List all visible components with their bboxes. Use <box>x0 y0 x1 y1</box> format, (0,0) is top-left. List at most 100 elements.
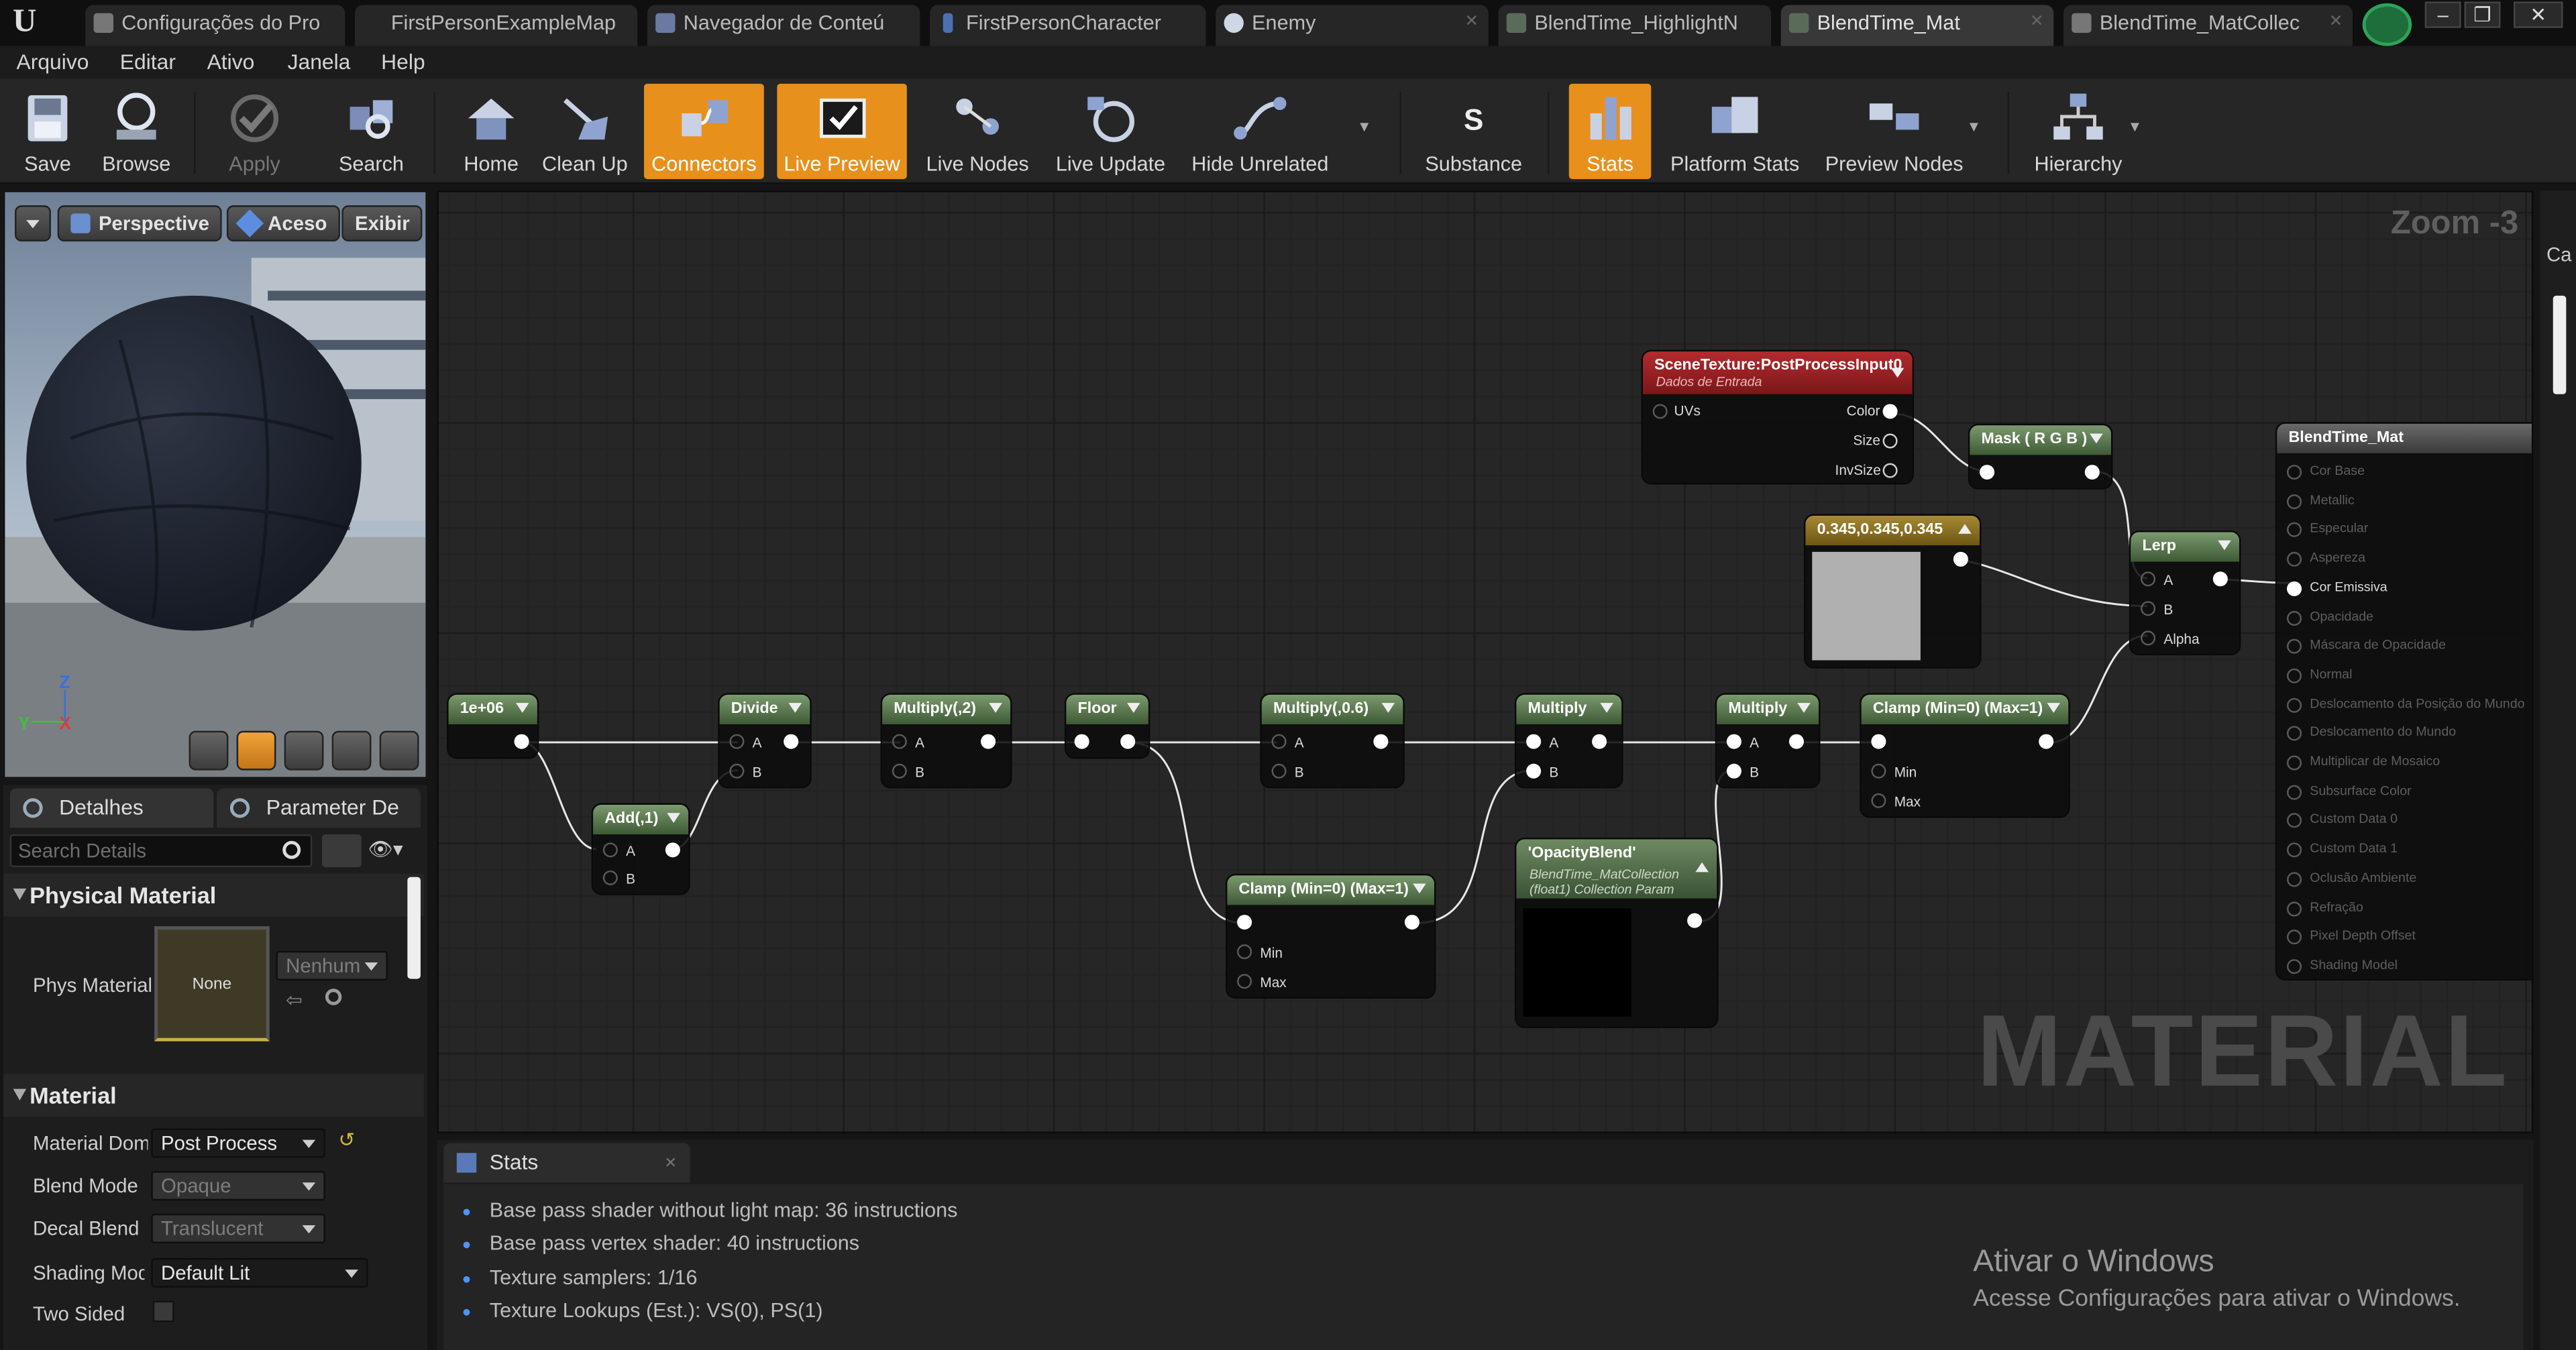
result-input-pin[interactable] <box>2287 552 2302 567</box>
chevron-down-icon[interactable] <box>1600 703 1613 713</box>
search-icon[interactable] <box>325 989 342 1005</box>
result-input-pin[interactable] <box>2287 522 2302 538</box>
perspective-button[interactable]: Perspective <box>57 205 223 242</box>
view-mode-button[interactable]: Aceso <box>226 205 341 242</box>
grid-view-icon[interactable] <box>322 834 362 868</box>
preview-nodes-button[interactable]: Preview Nodes <box>1820 84 1968 179</box>
viewport-options-button[interactable] <box>15 205 51 242</box>
tab-stats[interactable]: Stats ✕ <box>443 1143 690 1183</box>
tab-blendtime-highlight[interactable]: BlendTime_HighlightN <box>1498 5 1772 46</box>
tab-first-person-character[interactable]: FirstPersonCharacter <box>930 5 1206 46</box>
chevron-down-icon[interactable] <box>1413 883 1426 894</box>
chevron-down-icon[interactable]: ▼ <box>1966 118 1981 134</box>
output-pin[interactable] <box>1404 915 1419 930</box>
chevron-down-icon[interactable] <box>2090 433 2103 444</box>
node-multiply-b[interactable]: Multiply A B <box>1717 694 1819 787</box>
input-pin-min[interactable] <box>1871 763 1886 779</box>
close-window-button[interactable]: ✕ <box>2513 1 2563 28</box>
chevron-down-icon[interactable]: ▼ <box>1357 118 1372 134</box>
tab-details[interactable]: Detalhes <box>9 788 214 828</box>
close-icon[interactable]: ✕ <box>2329 5 2343 41</box>
save-button[interactable]: Save <box>7 84 89 179</box>
tab-content-browser[interactable]: Navegador de Conteú <box>647 5 920 46</box>
hierarchy-button[interactable]: Hierarchy <box>2024 84 2133 179</box>
chevron-down-icon[interactable] <box>1890 368 1904 378</box>
output-pin[interactable] <box>1953 551 1968 567</box>
result-input-pin[interactable] <box>2287 465 2302 480</box>
output-pin[interactable] <box>514 734 529 749</box>
node-scene-texture[interactable]: SceneTexture:PostProcessInput0 Dados de … <box>1643 351 1913 484</box>
material-graph[interactable]: 1e+06 Add(,1) A B Divide A B Multiply(,2… <box>437 190 2534 1133</box>
input-pin-a[interactable] <box>729 734 745 749</box>
live-nodes-button[interactable]: Live Nodes <box>920 84 1034 179</box>
result-input-pin[interactable] <box>2287 784 2302 799</box>
chevron-down-icon[interactable] <box>1381 703 1395 713</box>
input-pin-a[interactable] <box>1726 734 1741 749</box>
home-button[interactable]: Home <box>447 84 535 179</box>
phys-material-thumbnail[interactable]: None <box>154 926 270 1042</box>
input-pin-uvs[interactable] <box>1652 404 1668 419</box>
scrollbar-thumb[interactable] <box>2553 295 2567 394</box>
blend-mode-combo[interactable]: Opaque <box>151 1171 325 1201</box>
teapot-preview-icon[interactable] <box>379 730 419 771</box>
input-pin-b[interactable] <box>1726 763 1741 779</box>
clean-up-button[interactable]: Clean Up <box>539 84 631 179</box>
live-preview-button[interactable]: Live Preview <box>777 83 907 179</box>
result-input-pin[interactable] <box>2287 813 2302 829</box>
result-input-pin[interactable] <box>2287 755 2302 771</box>
chevron-down-icon[interactable] <box>989 703 1002 713</box>
section-physical-material[interactable]: Physical Material <box>3 873 424 917</box>
node-constant-1e6[interactable]: 1e+06 <box>448 694 537 757</box>
output-pin[interactable] <box>784 734 799 749</box>
search-details-input[interactable]: Search Details <box>9 834 313 868</box>
chevron-down-icon[interactable] <box>1797 703 1811 713</box>
node-constant-color[interactable]: 0.345,0.345,0.345 <box>1805 515 1980 667</box>
input-pin-max[interactable] <box>1237 974 1252 989</box>
output-pin[interactable] <box>2039 734 2054 749</box>
eye-icon[interactable]: 👁▾ <box>368 838 424 864</box>
result-input-pin[interactable] <box>2287 494 2302 509</box>
two-sided-checkbox[interactable] <box>152 1300 174 1323</box>
sphere-preview-icon[interactable] <box>236 730 276 771</box>
chevron-down-icon[interactable] <box>2047 703 2061 713</box>
live-update-button[interactable]: Live Update <box>1048 84 1173 179</box>
node-add[interactable]: Add(,1) A B <box>593 805 689 894</box>
result-input-pin[interactable] <box>2287 668 2302 683</box>
input-pin-b[interactable] <box>602 870 618 886</box>
result-input-pin[interactable] <box>2287 930 2302 945</box>
node-multiply-06[interactable]: Multiply(,0.6) A B <box>1261 694 1403 787</box>
decal-blend-mode-combo[interactable]: Translucent <box>151 1213 325 1243</box>
chevron-down-icon[interactable] <box>2218 540 2231 551</box>
phys-material-combo[interactable]: Nenhum <box>276 950 388 981</box>
scrollbar-thumb[interactable] <box>407 877 421 979</box>
menu-help[interactable]: Help <box>381 49 425 74</box>
tab-parameter-defaults[interactable]: Parameter De <box>217 788 421 828</box>
cylinder-preview-icon[interactable] <box>189 730 229 771</box>
node-material-result[interactable]: BlendTime_Mat Cor Base Metallic Especular A… <box>2277 423 2532 979</box>
input-pin-b[interactable] <box>1526 763 1542 779</box>
input-pin-b[interactable] <box>2141 601 2156 616</box>
tab-project-settings[interactable]: Configurações do Pro <box>85 5 345 46</box>
output-pin[interactable] <box>981 734 996 749</box>
chevron-down-icon[interactable]: ▼ <box>2127 118 2142 134</box>
output-pin[interactable] <box>1788 734 1805 749</box>
chevron-down-icon[interactable] <box>788 703 802 713</box>
connectors-button[interactable]: Connectors <box>644 83 764 179</box>
menu-arquivo[interactable]: Arquivo <box>16 49 89 74</box>
input-pin[interactable] <box>1074 734 1089 749</box>
tab-map[interactable]: FirstPersonExampleMap <box>354 5 638 46</box>
output-pin[interactable] <box>1687 913 1703 928</box>
output-pin-invsize[interactable] <box>1882 463 1898 478</box>
substance-button[interactable]: S Substance <box>1416 84 1531 179</box>
node-divide[interactable]: Divide A B <box>719 694 810 787</box>
show-button[interactable]: Exibir <box>341 205 423 242</box>
close-icon[interactable]: ✕ <box>1465 5 1479 41</box>
input-pin-max[interactable] <box>1871 793 1886 808</box>
input-pin-a[interactable] <box>1271 734 1287 749</box>
output-pin[interactable] <box>1120 734 1136 749</box>
input-pin-b[interactable] <box>1271 763 1287 779</box>
tab-enemy[interactable]: Enemy ✕ <box>1216 5 1489 46</box>
result-input-pin[interactable] <box>2287 581 2302 596</box>
input-pin-a[interactable] <box>1526 734 1542 749</box>
search-button[interactable]: Search <box>325 84 417 179</box>
